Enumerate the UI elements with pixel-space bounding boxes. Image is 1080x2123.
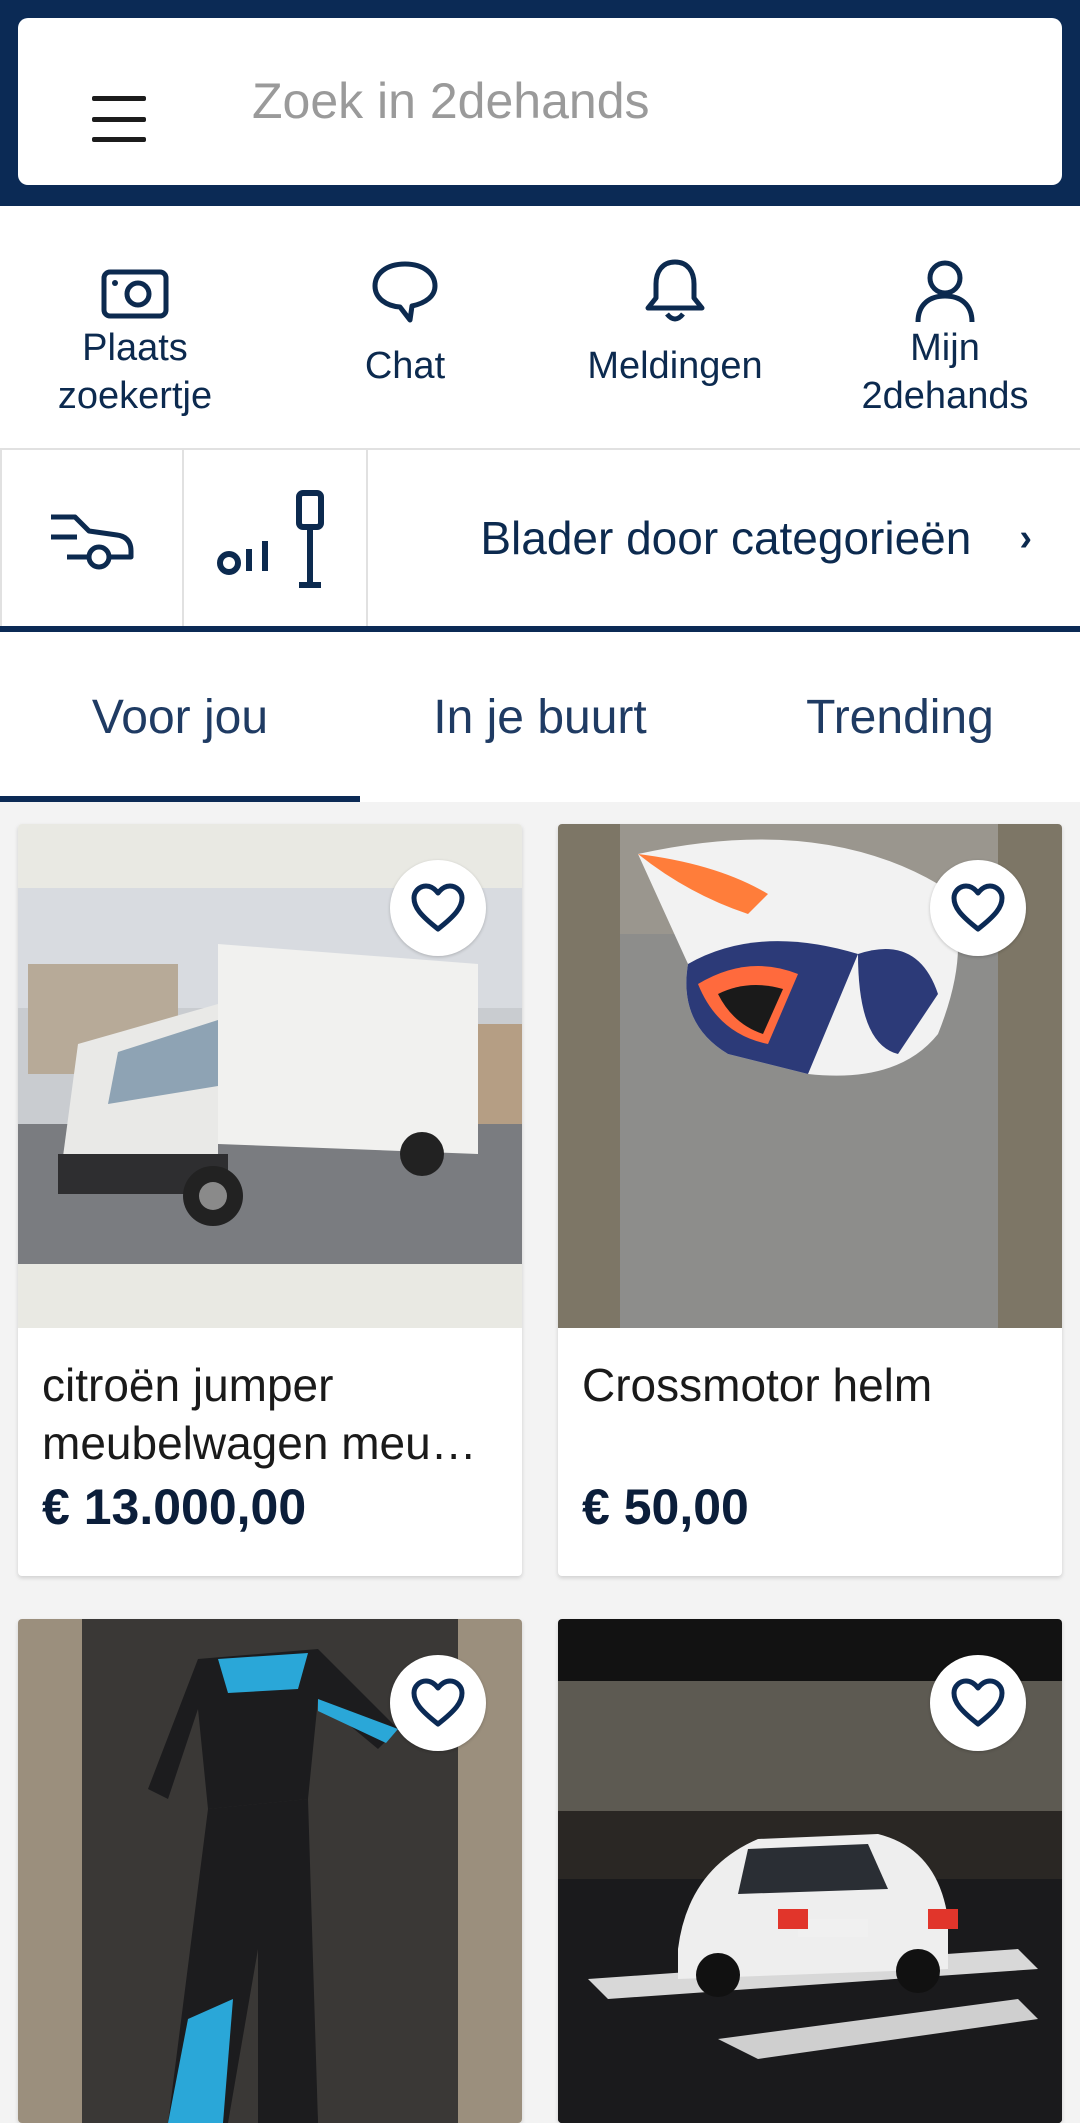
camera-icon	[101, 269, 169, 319]
my-2dehands-button[interactable]: Mijn 2dehands	[810, 206, 1080, 448]
browse-categories-label: Blader door categorieën	[480, 512, 972, 564]
search-bar[interactable]: Zoek in 2dehands	[18, 18, 1062, 185]
listing-title: Crossmotor helm	[582, 1359, 933, 1411]
my-2dehands-label: Mijn 2dehands	[861, 327, 1029, 417]
chat-label: Chat	[364, 345, 446, 387]
place-ad-button[interactable]: Plaats zoekertje	[0, 206, 270, 448]
lamp-icon	[217, 490, 324, 588]
listing-card[interactable]	[18, 1619, 522, 2123]
place-ad-label: Plaats zoekertje	[57, 327, 213, 417]
listing-card[interactable]: citroën jumper meubelwagen meu… € 13.000…	[18, 824, 522, 1576]
notifications-button[interactable]: Meldingen	[540, 206, 810, 448]
heart-icon	[951, 883, 1005, 932]
user-icon	[915, 260, 975, 323]
heart-icon	[951, 1678, 1005, 1727]
chevron-right-icon: ›	[1019, 516, 1032, 559]
car-icon	[51, 514, 134, 570]
listing-card[interactable]: Crossmotor helm € 50,00	[558, 824, 1062, 1576]
favorite-heart-button[interactable]	[930, 860, 1026, 956]
hamburger-menu-icon[interactable]	[72, 82, 166, 156]
tab-in-je-buurt[interactable]: In je buurt	[360, 632, 720, 802]
favorite-heart-button[interactable]	[390, 860, 486, 956]
search-input[interactable]: Zoek in 2dehands	[252, 18, 650, 185]
heart-icon	[411, 883, 465, 932]
browse-categories-button[interactable]: Blader door categorieën ›	[368, 450, 1080, 626]
bell-icon	[645, 259, 705, 322]
listing-image	[558, 824, 1062, 1328]
tab-trending[interactable]: Trending	[720, 632, 1080, 802]
category-cars-button[interactable]	[0, 450, 184, 626]
listing-title: citroën jumper meubelwagen meu…	[42, 1359, 477, 1469]
top-bar: Zoek in 2dehands	[0, 0, 1080, 206]
listing-price: € 50,00	[582, 1479, 749, 1535]
quick-actions: Plaats zoekertje Chat Meldingen Mijn 2de…	[0, 206, 1080, 450]
listing-card[interactable]	[558, 1619, 1062, 2123]
tab-voor-jou[interactable]: Voor jou	[0, 632, 360, 802]
feed-tabs: Voor jou In je buurt Trending	[0, 632, 1080, 802]
chat-bubble-icon	[372, 261, 438, 323]
notifications-label: Meldingen	[587, 345, 763, 387]
chat-button[interactable]: Chat	[270, 206, 540, 448]
favorite-heart-button[interactable]	[390, 1655, 486, 1751]
favorite-heart-button[interactable]	[930, 1655, 1026, 1751]
listing-image	[18, 824, 522, 1328]
category-home-button[interactable]	[184, 450, 368, 626]
listing-image	[18, 1619, 522, 2123]
category-bar: Blader door categorieën ›	[0, 450, 1080, 632]
listing-price: € 13.000,00	[42, 1479, 307, 1535]
listing-image	[558, 1619, 1062, 2123]
heart-icon	[411, 1678, 465, 1727]
